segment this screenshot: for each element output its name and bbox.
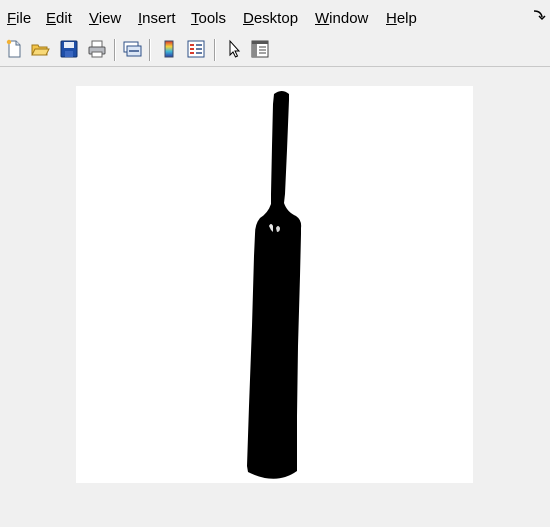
toolbar: [0, 36, 550, 66]
image-axes: [76, 86, 473, 483]
property-inspector-icon[interactable]: [249, 37, 271, 61]
menu-tools[interactable]: Tools: [191, 10, 226, 28]
edit-plot-arrow-icon[interactable]: [223, 37, 245, 61]
dock-figure-icon[interactable]: [532, 8, 546, 22]
menu-insert[interactable]: Insert: [138, 10, 176, 28]
legend-icon[interactable]: [185, 37, 207, 61]
menu-edit[interactable]: Edit: [46, 10, 72, 28]
open-file-icon[interactable]: [29, 37, 51, 61]
save-icon[interactable]: [58, 37, 80, 61]
cricket-bat-silhouette: [247, 91, 302, 479]
bat-shape: [247, 91, 302, 479]
menu-file[interactable]: File: [7, 10, 31, 28]
toolbar-separator: [114, 39, 115, 61]
toolbar-separator: [214, 39, 215, 61]
menu-bar: File Edit View Insert Tools Desktop Wind…: [0, 0, 550, 36]
link-plot-icon[interactable]: [121, 37, 143, 61]
new-figure-icon[interactable]: [3, 37, 25, 61]
menu-window[interactable]: Window: [315, 10, 368, 28]
menu-desktop[interactable]: Desktop: [243, 10, 298, 28]
colorbar-icon[interactable]: [158, 37, 180, 61]
toolbar-separator: [149, 39, 150, 61]
print-icon[interactable]: [86, 37, 108, 61]
menu-view[interactable]: View: [89, 10, 121, 28]
menu-help[interactable]: Help: [386, 10, 417, 28]
